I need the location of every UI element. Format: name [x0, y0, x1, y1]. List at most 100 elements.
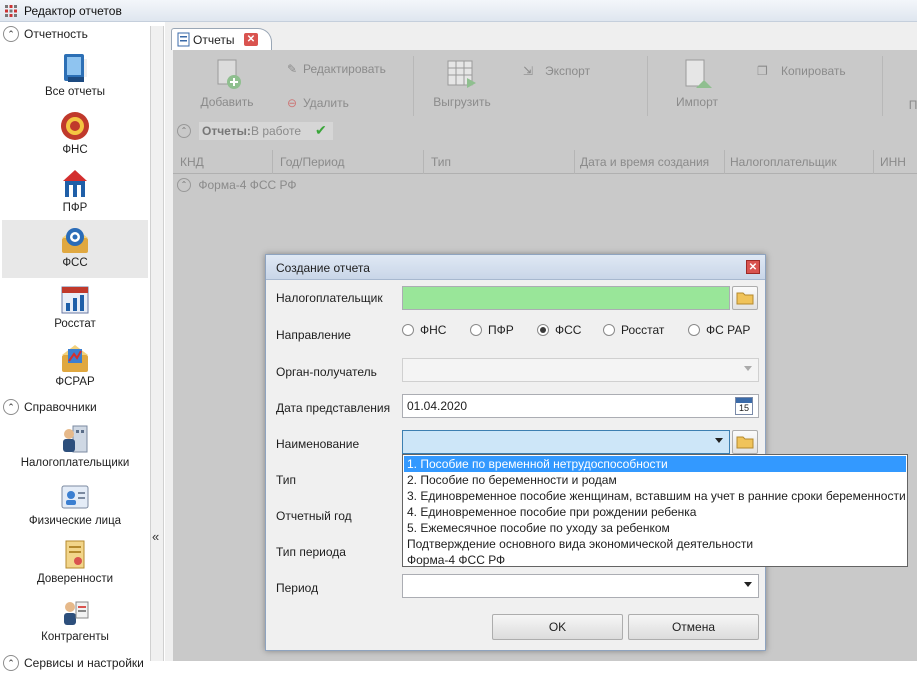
name-select[interactable]: [402, 430, 730, 454]
nav-item-counterparties[interactable]: Контрагенты: [2, 594, 148, 652]
dropdown-option[interactable]: 3. Единовременное пособие женщинам, вста…: [404, 488, 906, 504]
recipient-label: Орган-получатель: [276, 365, 377, 379]
export-icon: ⇲: [523, 64, 534, 78]
radio-rosstat[interactable]: Росстат: [603, 323, 664, 337]
left-navigation: ⌃ Отчетность Все отчеты ФНС ПФР ФСС Росс…: [0, 22, 150, 671]
column-divider: [873, 150, 874, 174]
section-services[interactable]: ⌃ Сервисы и настройки: [0, 652, 150, 674]
nav-item-pfr[interactable]: ПФР: [2, 165, 148, 223]
nav-item-attorney[interactable]: Доверенности: [2, 536, 148, 594]
dropdown-option[interactable]: 5. Ежемесячное пособие по уходу за ребен…: [404, 520, 906, 536]
pfr-icon: [63, 170, 87, 197]
period-select[interactable]: [402, 574, 759, 598]
import-button[interactable]: Импорт: [665, 58, 729, 109]
unload-label: Выгрузить: [433, 95, 491, 109]
cancel-button[interactable]: Отмена: [628, 614, 759, 640]
taxpayer-browse-button[interactable]: [732, 286, 758, 310]
date-label: Дата представления: [276, 401, 391, 415]
nav-item-label: Все отчеты: [45, 86, 105, 98]
date-value: 01.04.2020: [407, 399, 468, 413]
radio-fns[interactable]: ФНС: [402, 323, 446, 337]
column-header[interactable]: Год/Период: [280, 155, 345, 169]
column-header[interactable]: Налогоплательщик: [730, 155, 837, 169]
nav-item-label: Росстат: [54, 318, 96, 330]
add-button[interactable]: Добавить: [195, 58, 259, 109]
close-dialog-icon[interactable]: ✕: [746, 260, 760, 274]
filter-label: Отчеты:: [202, 124, 251, 138]
unload-table-icon: [447, 60, 476, 88]
year-label: Отчетный год: [276, 509, 352, 523]
section-directories[interactable]: ⌃ Справочники: [0, 396, 150, 418]
dropdown-option[interactable]: 4. Единовременное пособие при рождении р…: [404, 504, 906, 520]
radio-fss[interactable]: ФСС: [537, 323, 581, 337]
add-label: Добавить: [200, 95, 254, 109]
radio-fsrar[interactable]: ФС РАР: [688, 323, 750, 337]
calendar-icon[interactable]: 15: [735, 397, 753, 415]
nav-item-taxpayers[interactable]: Налогоплательщики: [2, 420, 148, 478]
dropdown-option[interactable]: Подтверждение основного вида экономическ…: [404, 536, 906, 552]
radio-pfr[interactable]: ПФР: [470, 323, 514, 337]
collapse-chevron-icon[interactable]: ⌃: [3, 399, 19, 415]
dropdown-option[interactable]: 2. Пособие по беременности и родам: [404, 472, 906, 488]
column-header[interactable]: Дата и время создания: [580, 155, 709, 169]
nav-item-label: Физические лица: [28, 515, 122, 527]
folder-icon: [736, 436, 754, 449]
grid-group-row[interactable]: ⌃ Форма-4 ФСС РФ: [177, 177, 297, 195]
add-document-icon: [217, 59, 241, 89]
dropdown-option[interactable]: 1. Пособие по временной нетрудоспособнос…: [404, 456, 906, 472]
nav-item-persons[interactable]: Физические лица: [2, 478, 148, 536]
delete-icon: ⊖: [287, 96, 298, 110]
nav-item-label: ФСРАР: [55, 376, 95, 388]
collapse-group-icon[interactable]: ⌃: [177, 177, 191, 192]
export-button[interactable]: ⇲ Экспорт: [523, 64, 590, 78]
column-header[interactable]: КНД: [180, 155, 204, 169]
period-label: Период: [276, 581, 319, 595]
nav-item-fss[interactable]: ФСС: [2, 220, 148, 278]
edit-icon: ✎: [287, 62, 298, 76]
nav-item-label: Доверенности: [36, 573, 114, 585]
sidebar-splitter[interactable]: «: [150, 26, 164, 661]
attorney-icon: [65, 540, 85, 569]
name-browse-button[interactable]: [732, 430, 758, 454]
rosstat-icon: [61, 286, 89, 314]
section-reporting[interactable]: ⌃ Отчетность: [0, 23, 150, 45]
status-filter[interactable]: Отчеты: В работе ✔: [199, 122, 333, 140]
date-field[interactable]: 01.04.2020 15: [402, 394, 759, 418]
collapse-filter-icon[interactable]: ⌃: [177, 123, 191, 138]
ok-button[interactable]: OK: [492, 614, 623, 640]
nav-item-all-reports[interactable]: Все отчеты: [2, 49, 148, 107]
export-label: Экспорт: [545, 64, 591, 78]
nav-item-fns[interactable]: ФНС: [2, 107, 148, 165]
tab-reports[interactable]: Отчеты ✕: [171, 28, 272, 50]
dropdown-option[interactable]: Форма-4 ФСС РФ: [404, 552, 906, 568]
nav-item-fsrar[interactable]: ФСРАР: [2, 339, 148, 397]
period-type-label: Тип периода: [276, 545, 346, 559]
radio-circle-icon: [470, 324, 482, 336]
close-tab-icon[interactable]: ✕: [244, 33, 258, 46]
taxpayer-label: Налогоплательщик: [276, 291, 383, 305]
edit-button[interactable]: ✎ Редактировать: [287, 62, 386, 76]
filter-value: В работе: [251, 124, 302, 138]
window-title: Редактор отчетов: [24, 4, 122, 18]
expand-chevron-icon[interactable]: ⌃: [3, 655, 19, 671]
calendar-day: 15: [738, 403, 749, 413]
dialog-titlebar: Создание отчета ✕: [266, 255, 765, 280]
collapse-sidebar-icon[interactable]: «: [152, 529, 159, 544]
unload-button[interactable]: Выгрузить: [427, 58, 497, 109]
truncated-toolbar-button[interactable]: П: [907, 98, 917, 112]
radio-circle-icon: [603, 324, 615, 336]
filter-bar: ⌃ Отчеты: В работе ✔: [173, 120, 917, 142]
copy-button[interactable]: ❐ Копировать: [757, 64, 846, 78]
recipient-select[interactable]: [402, 358, 759, 382]
checkmark-icon: ✔: [315, 122, 327, 138]
section-directories-label: Справочники: [24, 400, 97, 414]
document-icon: [177, 32, 190, 47]
collapse-chevron-icon[interactable]: ⌃: [3, 26, 19, 42]
column-header[interactable]: ИНН: [880, 155, 906, 169]
grid-header: КНД Год/Период Тип Дата и время создания…: [173, 150, 917, 174]
taxpayer-field[interactable]: [402, 286, 730, 310]
nav-item-rosstat[interactable]: Росстат: [2, 281, 148, 339]
column-header[interactable]: Тип: [431, 155, 451, 169]
counterparties-icon: [64, 601, 89, 625]
delete-button[interactable]: ⊖ Удалить: [287, 96, 349, 110]
